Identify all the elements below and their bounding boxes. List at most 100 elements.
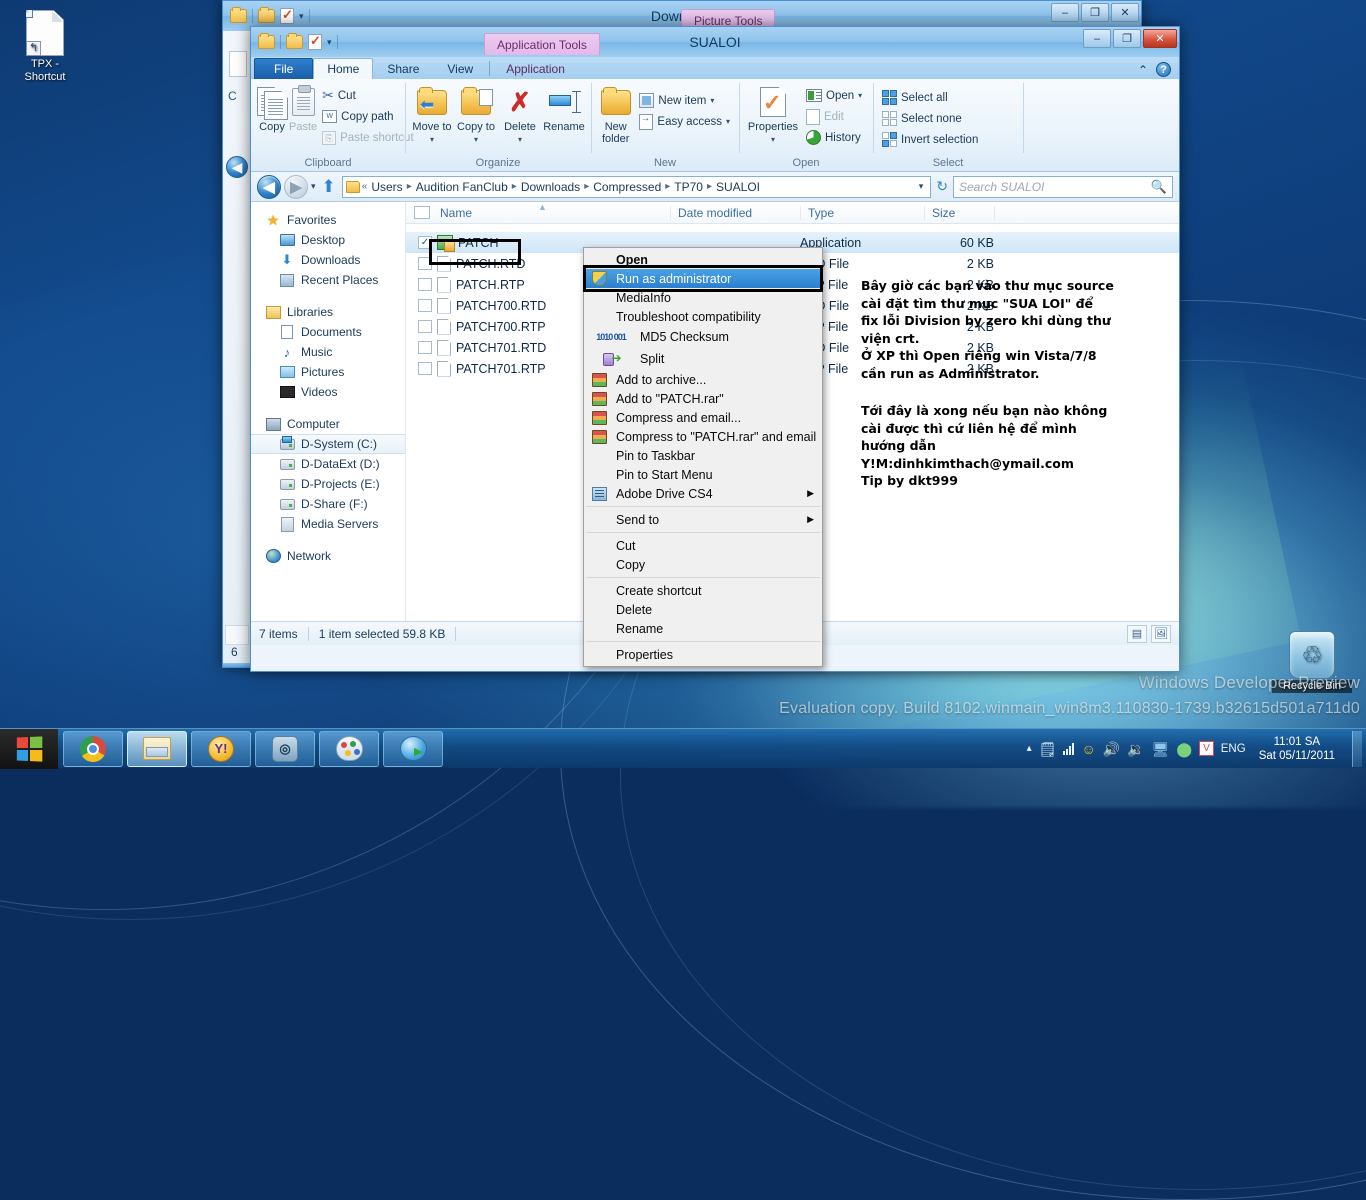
refresh-icon[interactable]: ↻: [934, 178, 950, 195]
show-desktop-button[interactable]: [1352, 730, 1362, 767]
breadcrumb-item-0[interactable]: Users: [369, 180, 404, 194]
sidebar-item-downloads[interactable]: ⬇ Downloads: [251, 250, 405, 270]
taskbar-button-internet-download-manager[interactable]: [383, 730, 443, 767]
row-checkbox[interactable]: [418, 278, 432, 291]
column-header-size[interactable]: Size: [924, 202, 994, 224]
context-menu-item-split[interactable]: Split: [584, 348, 822, 370]
context-menu-item-troubleshoot-compatibility[interactable]: Troubleshoot compatibility: [584, 307, 822, 326]
row-checkbox[interactable]: ✓: [418, 236, 432, 249]
context-menu-item-pin-to-start-menu[interactable]: Pin to Start Menu: [584, 465, 822, 484]
copy-button[interactable]: Copy: [257, 83, 288, 133]
search-input[interactable]: Search SUALOI 🔍: [953, 175, 1173, 198]
tab-share[interactable]: Share: [373, 58, 433, 79]
close-button[interactable]: ✕: [1143, 29, 1177, 48]
copy-path-button[interactable]: W Copy path: [319, 107, 417, 126]
sidebar-item-music[interactable]: ♪ Music: [251, 342, 405, 362]
column-header-extra[interactable]: [994, 202, 1084, 224]
window-titlebar[interactable]: ▾ SUALOI Application Tools – ❐ ✕: [251, 27, 1179, 57]
breadcrumb[interactable]: « Users ▸ Audition FanClub ▸ Downloads ▸ Co…: [341, 175, 932, 198]
sidebar-item-d-system-c[interactable]: D-System (C:): [251, 434, 405, 454]
breadcrumb-item-2[interactable]: Downloads: [519, 180, 582, 194]
column-header-date-modified[interactable]: Date modified: [670, 202, 800, 224]
volume-icon[interactable]: 🔊: [1103, 742, 1120, 756]
rename-button[interactable]: Rename: [543, 83, 585, 133]
breadcrumb-item-3[interactable]: Compressed: [591, 180, 663, 194]
breadcrumb-item-4[interactable]: TP70: [672, 180, 705, 194]
chevron-down-icon[interactable]: ▾: [327, 37, 332, 48]
context-menu-item-cut[interactable]: Cut: [584, 536, 822, 555]
sidebar-item-d-share-f[interactable]: D-Share (F:): [251, 494, 405, 514]
properties-icon[interactable]: [308, 33, 322, 50]
forward-button[interactable]: ▶: [284, 174, 308, 199]
show-hidden-icons-icon[interactable]: ▴: [1027, 742, 1032, 756]
select-all-button[interactable]: Select all: [879, 88, 981, 107]
taskbar[interactable]: Y! ◎ ▴ 🗒 ☺ 🔊 🔉 🖥 ⬤ V ENG 11:01 SA Sat 05…: [0, 728, 1366, 769]
context-menu-item-compress-and-email[interactable]: Compress and email...: [584, 408, 822, 427]
easy-access-button[interactable]: Easy access ▾: [636, 112, 733, 131]
sidebar-item-media-servers[interactable]: Media Servers: [251, 514, 405, 534]
taskbar-button-audition[interactable]: ◎: [255, 730, 315, 767]
delete-button[interactable]: ✗ Delete ▾: [499, 83, 541, 146]
breadcrumb-overflow[interactable]: «: [362, 181, 368, 192]
taskbar-button-windows-explorer[interactable]: [127, 730, 187, 767]
ribbon-tabstrip[interactable]: File Home Share View Application ⌃ ?: [251, 57, 1179, 79]
address-bar[interactable]: ◀ ▶ ▾ ⬆ « Users ▸ Audition FanClub ▸ Downl…: [251, 172, 1179, 202]
properties-button[interactable]: Properties▾: [745, 83, 801, 146]
row-checkbox[interactable]: [418, 299, 432, 312]
column-headers[interactable]: Name ▲ Date modified Type Size: [406, 202, 1179, 224]
maximize-button[interactable]: ❐: [1113, 29, 1141, 48]
folder-icon[interactable]: [230, 7, 247, 23]
row-checkbox[interactable]: [418, 362, 432, 375]
search-icon[interactable]: 🔍: [1151, 179, 1167, 195]
window-controls[interactable]: – ❐ ✕: [1083, 29, 1177, 48]
sidebar-item-network[interactable]: Network: [251, 546, 405, 566]
context-menu-item-send-to[interactable]: Send to ▶: [584, 510, 822, 529]
sidebar-item-computer[interactable]: Computer: [251, 414, 405, 434]
sidebar-item-d-dataext-d[interactable]: D-DataExt (D:): [251, 454, 405, 474]
sidebar-item-videos[interactable]: Videos: [251, 382, 405, 402]
background-back-button[interactable]: ◀: [226, 156, 248, 178]
context-menu-item-open[interactable]: Open: [584, 250, 822, 269]
tab-view[interactable]: View: [433, 58, 487, 79]
language-indicator[interactable]: ENG: [1221, 743, 1246, 755]
context-menu-item-add-to-patch-rar[interactable]: Add to "PATCH.rar": [584, 389, 822, 408]
background-window-controls[interactable]: – ❐ ✕: [1051, 3, 1139, 22]
invert-selection-button[interactable]: Invert selection: [879, 130, 981, 149]
context-menu-item-compress-to-patch-rar-and-email[interactable]: Compress to "PATCH.rar" and email: [584, 427, 822, 446]
select-all-checkbox[interactable]: [414, 206, 430, 219]
navigation-pane[interactable]: ★ Favorites Desktop ⬇ Downloads Recent P…: [251, 202, 406, 621]
new-item-button[interactable]: New item ▾: [636, 91, 733, 110]
move-to-button[interactable]: ⬅ Move to ▾: [411, 83, 453, 146]
edit-button[interactable]: Edit: [803, 107, 865, 126]
messenger-smiley-icon[interactable]: ☺: [1081, 742, 1095, 756]
paste-button[interactable]: Paste: [289, 83, 317, 133]
recent-locations-icon[interactable]: ▾: [311, 181, 316, 192]
row-checkbox[interactable]: [418, 341, 432, 354]
row-checkbox[interactable]: [418, 257, 432, 270]
sidebar-item-libraries[interactable]: Libraries: [251, 302, 405, 322]
back-button[interactable]: ◀: [257, 174, 281, 199]
copy-to-button[interactable]: Copy to ▾: [455, 83, 497, 146]
breadcrumb-item-5[interactable]: SUALOI: [714, 180, 762, 194]
column-header-name[interactable]: Name: [430, 206, 472, 220]
quick-access-toolbar[interactable]: ▾: [255, 33, 338, 50]
taskbar-button-paint[interactable]: [319, 730, 379, 767]
context-menu-item-delete[interactable]: Delete: [584, 600, 822, 619]
folder-icon[interactable]: [258, 33, 275, 49]
up-button[interactable]: ⬆: [319, 178, 339, 195]
folder-icon[interactable]: [286, 33, 303, 49]
tab-home[interactable]: Home: [313, 58, 374, 79]
minimize-ribbon-icon[interactable]: ⌃: [1138, 63, 1148, 77]
volume-alt-icon[interactable]: 🔉: [1127, 742, 1144, 756]
antivirus-icon[interactable]: V: [1199, 741, 1214, 756]
sidebar-item-favorites[interactable]: ★ Favorites: [251, 210, 405, 230]
taskbar-button-yahoo-messenger[interactable]: Y!: [191, 730, 251, 767]
help-icon[interactable]: ?: [1156, 62, 1171, 77]
context-menu-item-pin-to-taskbar[interactable]: Pin to Taskbar: [584, 446, 822, 465]
context-menu-item-create-shortcut[interactable]: Create shortcut: [584, 581, 822, 600]
context-menu-item-properties[interactable]: Properties: [584, 645, 822, 664]
background-quick-access-toolbar[interactable]: ▾: [227, 7, 310, 24]
column-header-type[interactable]: Type: [800, 202, 924, 224]
idm-tray-icon[interactable]: ⬤: [1176, 742, 1192, 756]
sidebar-item-pictures[interactable]: Pictures: [251, 362, 405, 382]
